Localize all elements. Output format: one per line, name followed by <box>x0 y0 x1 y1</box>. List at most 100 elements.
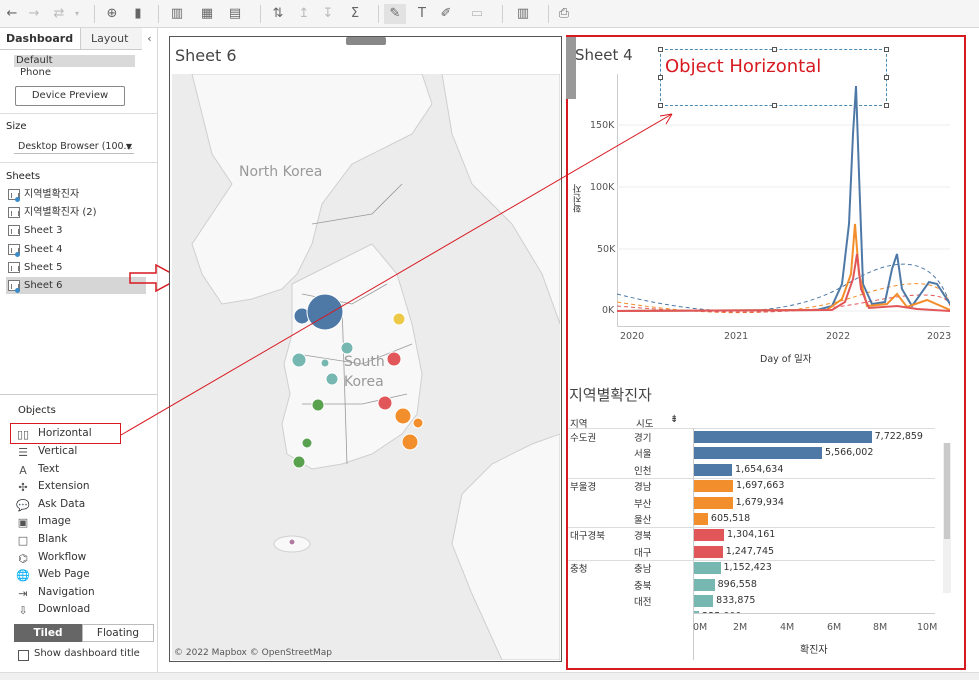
highlight-icon[interactable]: ✎ <box>384 4 406 24</box>
resize-handle[interactable] <box>772 47 777 52</box>
sheet-item-3[interactable]: Sheet 3 <box>6 222 146 239</box>
sheet-item-2[interactable]: 지역별확진자 (2) <box>6 204 146 221</box>
y-tick: 150K <box>590 120 615 131</box>
object-label: Navigation <box>38 586 95 598</box>
forward-arrow-icon[interactable]: → <box>26 4 42 24</box>
sum-icon[interactable]: Σ <box>346 4 364 24</box>
region-label: 부울경 <box>570 482 597 494</box>
bar-x-tick: 10M <box>917 622 938 633</box>
object-text[interactable]: A Text <box>14 461 59 478</box>
korea-map[interactable]: North Korea South Korea © 2022 Mapbox © … <box>172 74 560 660</box>
bar-x-tick: 6M <box>827 622 842 633</box>
object-label: Workflow <box>38 551 87 563</box>
province-label: 경기 <box>634 433 652 444</box>
annotate-icon[interactable]: ✐ <box>438 4 454 24</box>
sort-desc-icon[interactable]: ↧ <box>320 4 336 24</box>
swap-icon[interactable]: ⇅ <box>270 4 286 24</box>
bar[interactable] <box>694 513 708 525</box>
present-icon[interactable]: ⎙ <box>556 4 572 24</box>
toolbar-separator <box>94 5 95 23</box>
tab-dashboard[interactable]: Dashboard <box>0 28 80 50</box>
bar[interactable] <box>694 447 823 460</box>
device-preview-button[interactable]: Device Preview <box>15 86 125 106</box>
province-label: 서울 <box>634 449 652 461</box>
device-option-default[interactable]: Default <box>14 55 135 67</box>
bar-x-tick: 2M <box>733 622 748 633</box>
label-icon[interactable]: T <box>414 4 430 24</box>
show-me-icon[interactable]: ▥ <box>510 4 536 24</box>
divider <box>0 113 157 114</box>
vertical-icon: ☰ <box>18 446 28 459</box>
size-dropdown[interactable]: Desktop Browser (100... ▼ <box>14 139 134 154</box>
back-arrow-icon[interactable]: ← <box>4 4 20 24</box>
object-extension[interactable]: ✣ Extension <box>14 478 90 495</box>
object-label: Ask Data <box>38 498 86 510</box>
sheet-item-5[interactable]: Sheet 5 <box>6 259 146 276</box>
resize-handle[interactable] <box>884 47 889 52</box>
bar-value-label: 7,722,859 <box>874 431 923 442</box>
bar-chart-title: 지역별확진자 <box>569 386 652 404</box>
bar[interactable] <box>694 496 733 509</box>
bar-value-label: 1,304,161 <box>726 529 776 541</box>
bar[interactable] <box>694 480 734 493</box>
dropdown-icon[interactable]: ▾ <box>72 4 82 24</box>
map-attribution: © 2022 Mapbox © OpenStreetMap <box>174 648 332 658</box>
text-icon: A <box>19 464 27 477</box>
clear-icon[interactable]: ▤ <box>226 4 244 24</box>
object-navigation[interactable]: ⇥ Navigation <box>14 584 95 601</box>
x-tick: 2021 <box>724 331 749 342</box>
object-web-page[interactable]: 🌐 Web Page <box>14 566 90 583</box>
chevron-left-icon[interactable]: ‹ <box>142 28 157 50</box>
scrollbar-track[interactable] <box>943 443 951 593</box>
bar-x-tick: 8M <box>873 622 888 633</box>
sheet4-title: Sheet 4 <box>575 46 633 64</box>
region-label: 대구경북 <box>570 531 605 543</box>
object-ask-data[interactable]: 💬 Ask Data <box>14 496 85 513</box>
sort-icon[interactable]: ⇟ <box>670 414 678 425</box>
fit-icon[interactable]: ▭ <box>464 4 490 24</box>
sheet-item-6[interactable]: Sheet 6 <box>6 277 146 294</box>
pause-icon[interactable]: ▮ <box>130 4 146 24</box>
bar[interactable] <box>694 431 872 443</box>
bar-value-label: 896,558 <box>717 578 757 590</box>
bar[interactable] <box>694 595 714 607</box>
resize-handle[interactable] <box>658 47 663 52</box>
province-label: 경남 <box>634 482 652 494</box>
sheet-item-1[interactable]: 지역별확진자 <box>6 186 146 203</box>
sort-asc-icon[interactable]: ↥ <box>296 4 312 24</box>
object-download[interactable]: ⇩ Download <box>14 601 90 618</box>
bar[interactable] <box>694 578 715 591</box>
floating-button[interactable]: Floating <box>82 624 154 642</box>
bar-rows[interactable]: 수도권 경기 7,722,859 서울 5,566,002 인천 1,654,634 부울경 경… <box>568 429 935 613</box>
web-page-icon: 🌐 <box>16 569 30 582</box>
show-title-checkbox[interactable] <box>18 650 29 661</box>
tiled-button[interactable]: Tiled <box>14 624 82 642</box>
device-option-phone[interactable]: Phone <box>14 67 135 79</box>
toolbar-separator <box>158 5 159 23</box>
province-label: 부산 <box>634 498 652 510</box>
redo-icon[interactable]: ⇄ <box>50 4 68 24</box>
new-datasource-icon[interactable]: ⊕ <box>104 4 120 24</box>
bar[interactable] <box>694 529 724 542</box>
bar[interactable] <box>694 545 723 558</box>
bar[interactable] <box>694 562 721 575</box>
tab-layout[interactable]: Layout <box>80 28 142 50</box>
y-tick: 0K <box>602 305 615 316</box>
object-vertical[interactable]: ☰ Vertical <box>14 443 77 460</box>
object-workflow[interactable]: ⌬ Workflow <box>14 549 86 566</box>
toolbar-separator <box>260 5 261 23</box>
object-label: Extension <box>38 480 90 492</box>
bar[interactable] <box>694 463 733 476</box>
new-worksheet-icon[interactable]: ▥ <box>168 4 186 24</box>
scrollbar-thumb[interactable] <box>944 443 950 539</box>
new-dashboard-icon[interactable]: ▦ <box>198 4 216 24</box>
bar-x-tick: 4M <box>780 622 795 633</box>
bar-value-label: 5,566,002 <box>825 447 874 459</box>
drag-handle[interactable] <box>346 37 386 45</box>
object-image[interactable]: ▣ Image <box>14 513 71 530</box>
divider <box>0 162 157 163</box>
province-label: 대구 <box>634 547 652 559</box>
sheet-item-4[interactable]: Sheet 4 <box>6 241 146 258</box>
series-orange <box>617 223 950 312</box>
object-blank[interactable]: □ Blank <box>14 531 68 548</box>
